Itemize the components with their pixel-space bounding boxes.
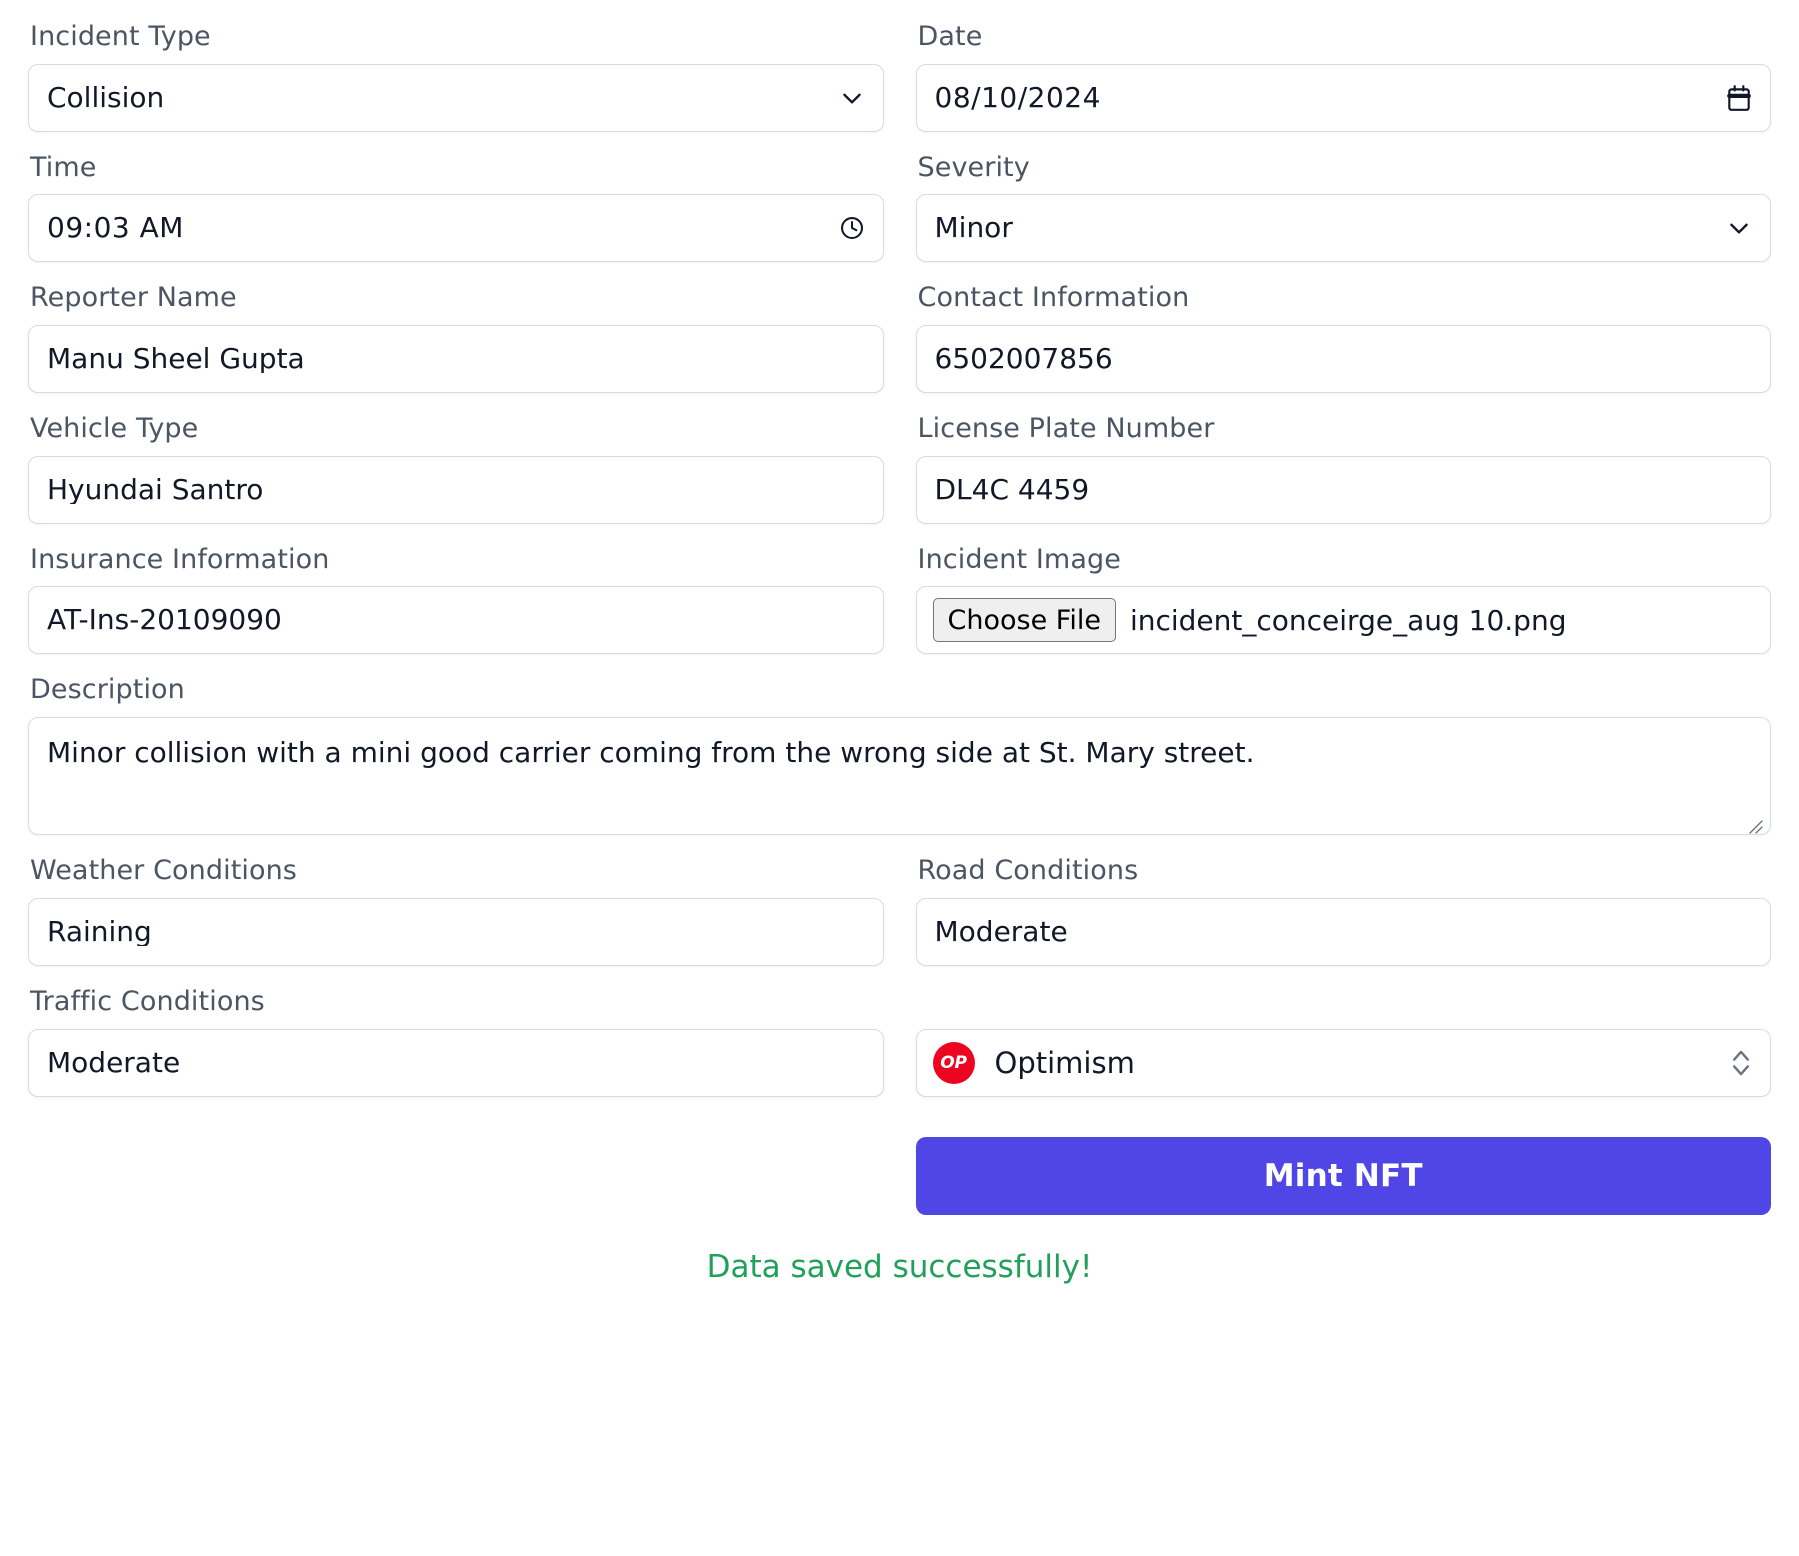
incident-report-form: Incident Type Collision Date 08/10/2024 (0, 0, 1799, 1285)
license-plate-number-input[interactable]: DL4C 4459 (915, 455, 1771, 524)
date-input[interactable]: 08/10/2024 (915, 63, 1771, 132)
reporter-name-value: Manu Sheel Gupta (47, 345, 305, 374)
clock-icon[interactable] (839, 215, 865, 241)
field-vehicle-type: Vehicle Type Hyundai Santro (28, 414, 884, 524)
selected-file-name: incident_conceirge_aug 10.png (1129, 603, 1567, 637)
field-license-plate-number: License Plate Number DL4C 4459 (915, 413, 1771, 524)
time-value: 09:03 AM (47, 214, 184, 243)
optimism-logo-icon: OP (932, 1041, 975, 1084)
field-insurance-information: Insurance Information AT-Ins-20109090 (28, 545, 884, 655)
field-incident-image: Incident Image Choose File incident_conc… (915, 543, 1771, 655)
vehicle-type-input[interactable]: Hyundai Santro (28, 455, 884, 524)
time-label: Time (30, 151, 97, 183)
network-selector[interactable]: OP Optimism (915, 1028, 1771, 1097)
field-incident-type: Incident Type Collision (28, 22, 884, 132)
severity-value: Minor (934, 214, 1013, 243)
field-contact-information: Contact Information 6502007856 (915, 282, 1771, 394)
contact-information-input[interactable]: 6502007856 (915, 325, 1771, 394)
weather-conditions-value: Raining (47, 917, 152, 946)
chevron-up-down-icon (1730, 1046, 1752, 1080)
field-severity: Severity Minor (915, 151, 1771, 263)
form-row-reporter-contact: Reporter Name Manu Sheel Gupta Contact I… (28, 282, 1771, 394)
form-row-vehicle-license: Vehicle Type Hyundai Santro License Plat… (28, 414, 1771, 524)
weather-conditions-label: Weather Conditions (30, 855, 297, 887)
incident-image-label: Incident Image (917, 543, 1121, 575)
incident-type-label: Incident Type (30, 21, 211, 52)
insurance-information-value: AT-Ins-20109090 (47, 606, 282, 635)
vehicle-type-label: Vehicle Type (30, 413, 199, 445)
status-message: Data saved successfully! (706, 1248, 1093, 1285)
chevron-down-icon (839, 85, 865, 111)
traffic-conditions-label: Traffic Conditions (30, 985, 265, 1017)
calendar-icon[interactable] (1726, 84, 1752, 112)
insurance-information-label: Insurance Information (30, 543, 330, 575)
network-name: Optimism (994, 1045, 1135, 1080)
weather-conditions-input[interactable]: Raining (28, 897, 884, 966)
form-row-time-severity: Time 09:03 AM Severity Minor (28, 151, 1771, 263)
road-conditions-value: Moderate (934, 917, 1068, 946)
form-row-incident-type-date: Incident Type Collision Date 08/10/2024 (28, 22, 1771, 132)
form-row-mint: Mint NFT (28, 1136, 1771, 1215)
date-label: Date (917, 21, 983, 52)
mint-button-wrapper: Mint NFT (915, 1136, 1771, 1215)
form-row-insurance-image: Insurance Information AT-Ins-20109090 In… (28, 545, 1771, 655)
contact-information-value: 6502007856 (934, 345, 1113, 374)
traffic-conditions-value: Moderate (47, 1048, 181, 1077)
severity-select[interactable]: Minor (915, 194, 1771, 263)
road-conditions-input[interactable]: Moderate (915, 897, 1771, 966)
field-network-selector: OP Optimism (915, 1028, 1771, 1097)
date-value: 08/10/2024 (934, 83, 1101, 112)
form-row-traffic-network: Traffic Conditions Moderate OP Optimism (28, 987, 1771, 1097)
field-road-conditions: Road Conditions Moderate (915, 855, 1771, 966)
license-plate-number-value: DL4C 4459 (934, 475, 1090, 504)
reporter-name-label: Reporter Name (30, 282, 237, 314)
field-traffic-conditions: Traffic Conditions Moderate (28, 987, 884, 1097)
description-value: Minor collision with a mini good carrier… (47, 736, 1255, 770)
form-row-weather-road: Weather Conditions Raining Road Conditio… (28, 856, 1771, 966)
vehicle-type-value: Hyundai Santro (47, 475, 264, 504)
incident-image-file-input[interactable]: Choose File incident_conceirge_aug 10.pn… (915, 586, 1771, 655)
field-weather-conditions: Weather Conditions Raining (28, 856, 884, 966)
incident-type-select[interactable]: Collision (28, 63, 884, 132)
textarea-resize-handle[interactable] (1745, 810, 1765, 834)
field-description: Description Minor collision with a mini … (28, 674, 1771, 836)
reporter-name-input[interactable]: Manu Sheel Gupta (28, 325, 884, 394)
insurance-information-input[interactable]: AT-Ins-20109090 (28, 586, 884, 655)
traffic-conditions-input[interactable]: Moderate (28, 1028, 884, 1097)
road-conditions-label: Road Conditions (917, 855, 1139, 887)
severity-label: Severity (917, 151, 1030, 183)
field-time: Time 09:03 AM (28, 151, 884, 263)
mint-nft-button[interactable]: Mint NFT (915, 1136, 1771, 1215)
time-input[interactable]: 09:03 AM (28, 194, 884, 263)
choose-file-button[interactable]: Choose File (932, 598, 1116, 643)
description-label: Description (30, 674, 185, 706)
chevron-down-icon (1726, 215, 1752, 241)
license-plate-number-label: License Plate Number (917, 413, 1215, 445)
form-row-description: Description Minor collision with a mini … (28, 674, 1771, 836)
contact-information-label: Contact Information (917, 282, 1190, 314)
incident-type-value: Collision (47, 83, 165, 112)
description-textarea[interactable]: Minor collision with a mini good carrier… (28, 717, 1771, 836)
field-date: Date 08/10/2024 (915, 21, 1771, 132)
field-reporter-name: Reporter Name Manu Sheel Gupta (28, 282, 884, 394)
mint-row-spacer (28, 1137, 884, 1215)
